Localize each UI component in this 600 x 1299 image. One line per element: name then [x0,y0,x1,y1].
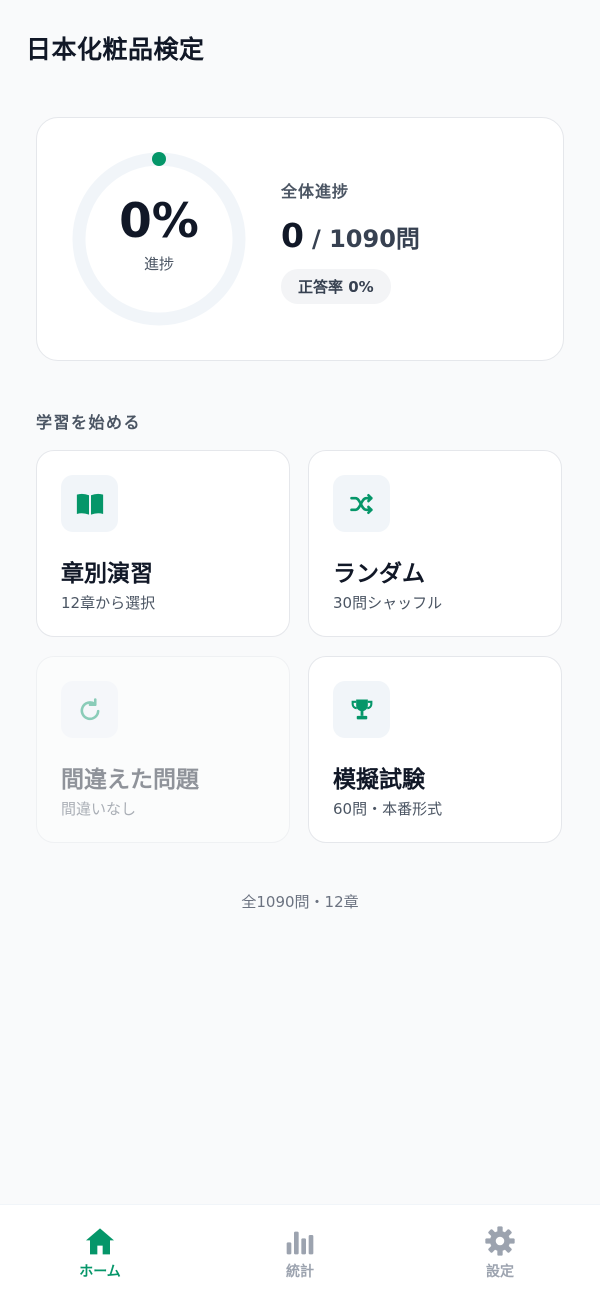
section-title-start-learning: 学習を始める [36,413,142,432]
progress-ring-label: 進捗 [143,255,174,273]
mode-title: 章別演習 [61,561,153,587]
overall-progress: 全体進捗 0 / 1090問 正答率 0% [281,178,420,304]
mode-subtitle: 60問・本番形式 [333,800,443,818]
accuracy-badge: 正答率 0% [281,269,391,304]
question-summary: 全1090問・12章 [241,893,359,911]
answered-count: 0 [281,216,304,255]
progress-percent: 0% [119,194,199,249]
nav-item-stats[interactable]: 統計 [240,1225,360,1281]
mode-card-mock-exam[interactable]: 模擬試験 60問・本番形式 [308,656,562,843]
shuffle-icon [333,475,390,532]
progress-card: 0% 進捗 全体進捗 0 / 1090問 正答率 0% [36,117,564,361]
mode-subtitle: 間違いなし [61,800,137,818]
retry-icon [61,681,118,738]
nav-label: 統計 [286,1264,314,1280]
overall-progress-title: 全体進捗 [281,182,350,201]
mode-subtitle: 12章から選択 [61,594,156,612]
mode-card-random[interactable]: ランダム 30問シャッフル [308,450,562,637]
bottom-navigation: ホーム 統計 設定 [0,1204,600,1299]
mode-card-wrong-answers: 間違えた問題 間違いなし [36,656,290,843]
gear-icon [485,1226,515,1256]
nav-label: ホーム [79,1264,121,1280]
home-icon [86,1228,114,1255]
overall-progress-count: 0 / 1090問 [281,216,420,255]
progress-ring: 0% 進捗 [72,152,246,326]
mode-title: 模擬試験 [333,767,425,793]
nav-item-settings[interactable]: 設定 [440,1225,560,1281]
book-icon [61,475,118,532]
total-count: / 1090問 [311,225,420,253]
app-screen: 日本化粧品検定 0% 進捗 全体進捗 0 / 1090問 正答率 0% 学習を始… [0,0,600,1299]
mode-title: ランダム [333,561,425,587]
nav-label: 設定 [486,1264,514,1280]
mode-title: 間違えた問題 [61,767,199,793]
bar-chart-icon [286,1231,314,1255]
app-title: 日本化粧品検定 [26,35,205,64]
nav-item-home[interactable]: ホーム [40,1225,160,1281]
mode-card-chapter-practice[interactable]: 章別演習 12章から選択 [36,450,290,637]
mode-subtitle: 30問シャッフル [333,594,443,612]
trophy-icon [333,681,390,738]
